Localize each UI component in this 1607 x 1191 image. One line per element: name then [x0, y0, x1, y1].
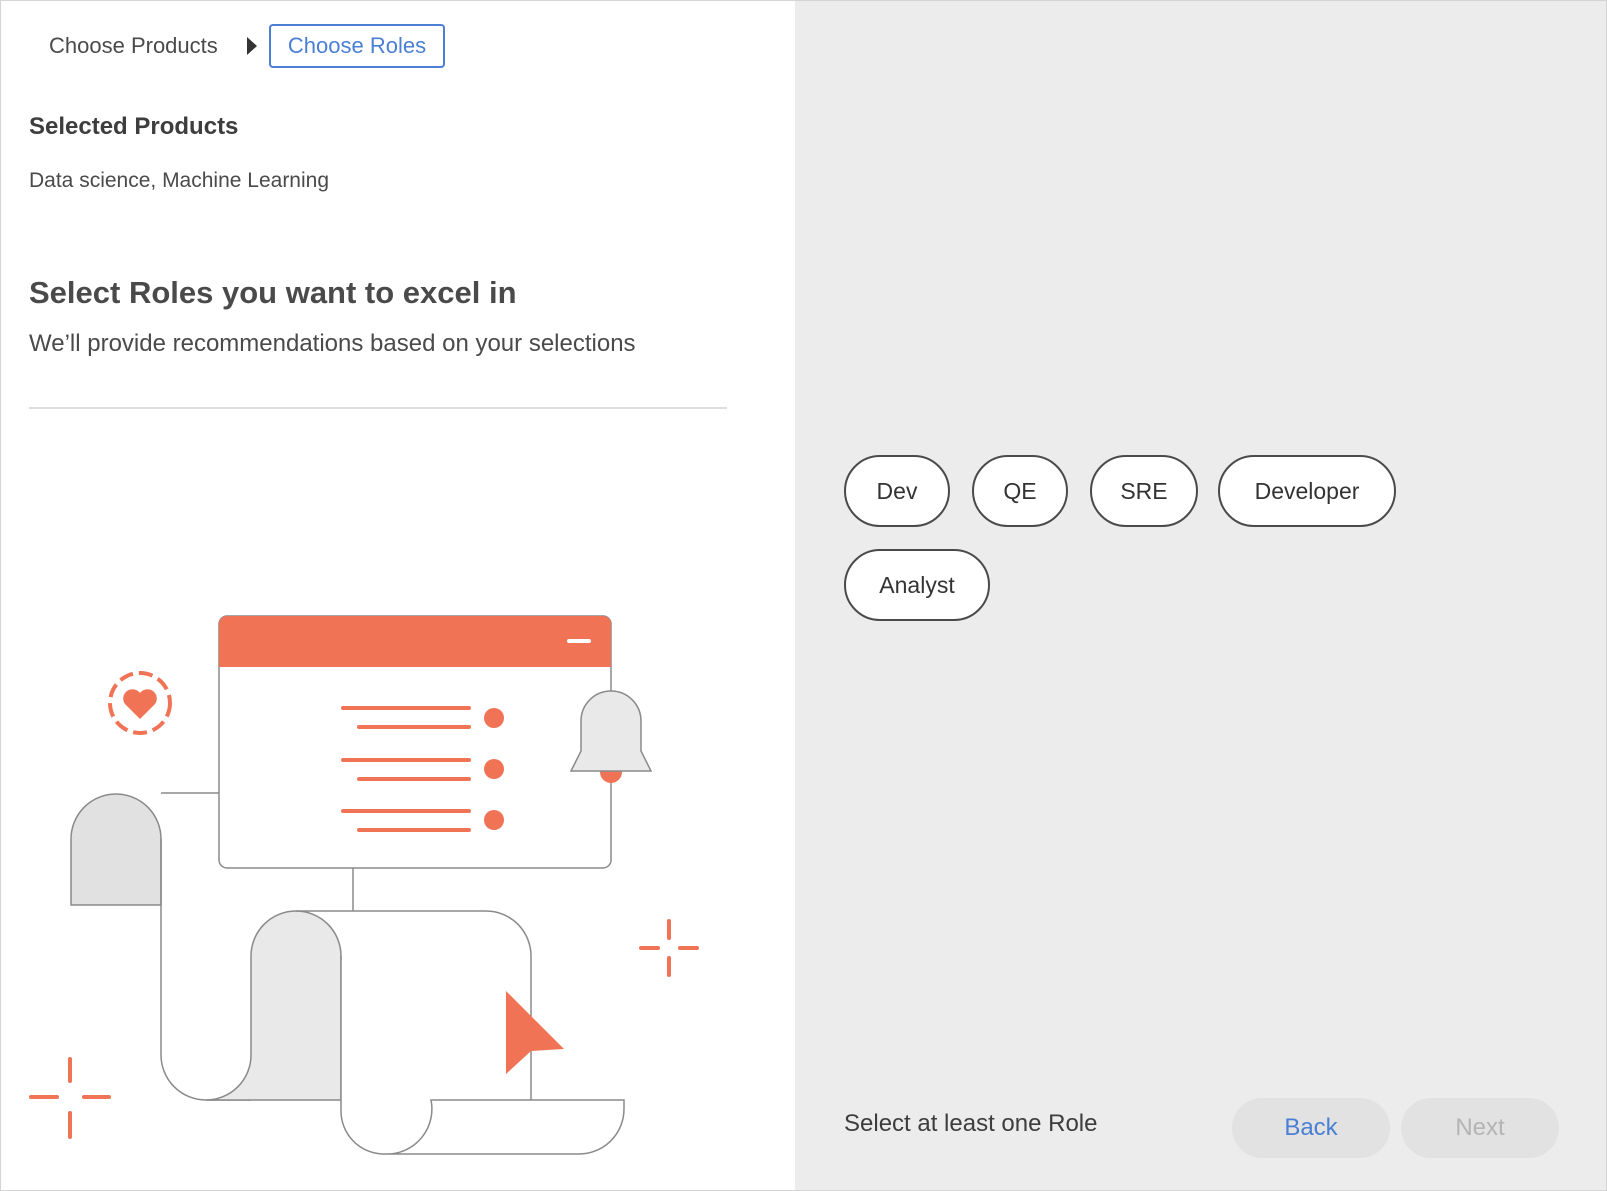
divider: [29, 407, 727, 409]
cursor-icon: [506, 991, 564, 1074]
role-chip-qe[interactable]: QE: [972, 455, 1068, 527]
page-subtitle: We’ll provide recommendations based on y…: [29, 330, 636, 357]
left-panel: Choose Products Choose Roles Selected Pr…: [1, 1, 795, 1190]
role-chip-analyst[interactable]: Analyst: [844, 549, 990, 621]
next-button[interactable]: Next: [1401, 1098, 1559, 1158]
role-chip-sre[interactable]: SRE: [1090, 455, 1198, 527]
illustration: [29, 615, 699, 1155]
breadcrumb-step-choose-products[interactable]: Choose Products: [49, 31, 218, 61]
validation-hint: Select at least one Role: [844, 1110, 1098, 1137]
back-button[interactable]: Back: [1232, 1098, 1390, 1158]
page-title: Select Roles you want to excel in: [29, 275, 517, 310]
breadcrumb-step-choose-roles[interactable]: Choose Roles: [269, 24, 445, 68]
sparkle-icon: [29, 1057, 111, 1139]
sparkle-icon: [639, 919, 699, 977]
selected-products-title: Selected Products: [29, 113, 239, 140]
app-window: Choose Products Choose Roles Selected Pr…: [0, 0, 1607, 1191]
selected-products-value: Data science, Machine Learning: [29, 169, 330, 192]
window-card: [218, 615, 612, 869]
role-chip-dev[interactable]: Dev: [844, 455, 950, 527]
breadcrumb-arrow-icon: [247, 37, 257, 55]
role-chip-developer[interactable]: Developer: [1218, 455, 1396, 527]
heart-icon: [108, 671, 172, 735]
